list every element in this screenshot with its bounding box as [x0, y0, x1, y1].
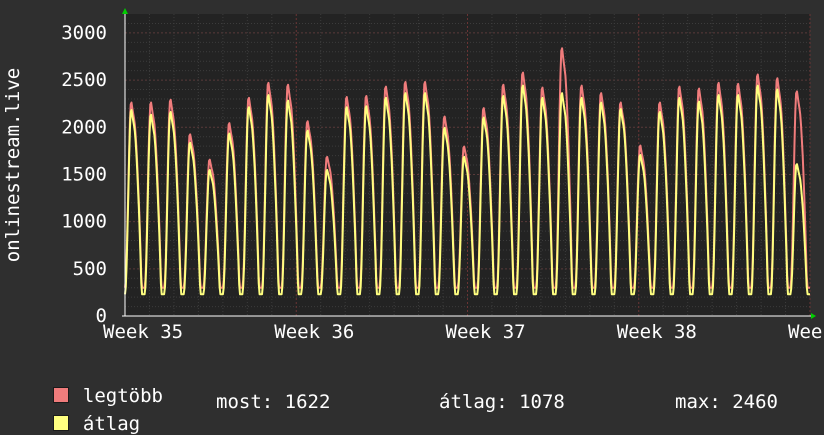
stat-average: átlag: 1078	[439, 391, 565, 413]
x-tick-label: Week 38	[617, 321, 697, 343]
x-axis-arrow-icon	[811, 313, 816, 319]
y-tick-label: 2500	[61, 69, 107, 91]
y-tick-label: 2000	[61, 116, 107, 138]
legend-swatch-avg	[52, 415, 69, 431]
x-tick-label: Week 36	[274, 321, 354, 343]
y-tick-label: 3000	[61, 22, 107, 44]
y-tick-label: 1000	[61, 211, 107, 233]
x-tick-label: Week 35	[103, 321, 183, 343]
y-tick-label: 1500	[61, 163, 107, 185]
x-axis-tick-labels: Week 35 Week 36 Week 37 Week 38 Week 39	[103, 321, 824, 343]
stat-current: most: 1622	[216, 391, 331, 413]
y-axis-tick-labels: 050010001500200025003000	[61, 22, 107, 327]
x-tick-label: Week 39	[788, 321, 824, 343]
y-tick-label: 500	[73, 258, 107, 280]
y-axis-title: onlinestream.live	[2, 68, 24, 262]
legend-label-avg: átlag	[82, 413, 141, 435]
traffic-chart: 050010001500200025003000 Week 35 Week 36 W…	[2, 8, 824, 343]
stat-maximum: max: 2460	[675, 391, 778, 413]
y-axis-arrow-icon	[122, 8, 128, 14]
legend-item-avg: átlag	[30, 391, 140, 435]
x-tick-label: Week 37	[446, 321, 526, 343]
